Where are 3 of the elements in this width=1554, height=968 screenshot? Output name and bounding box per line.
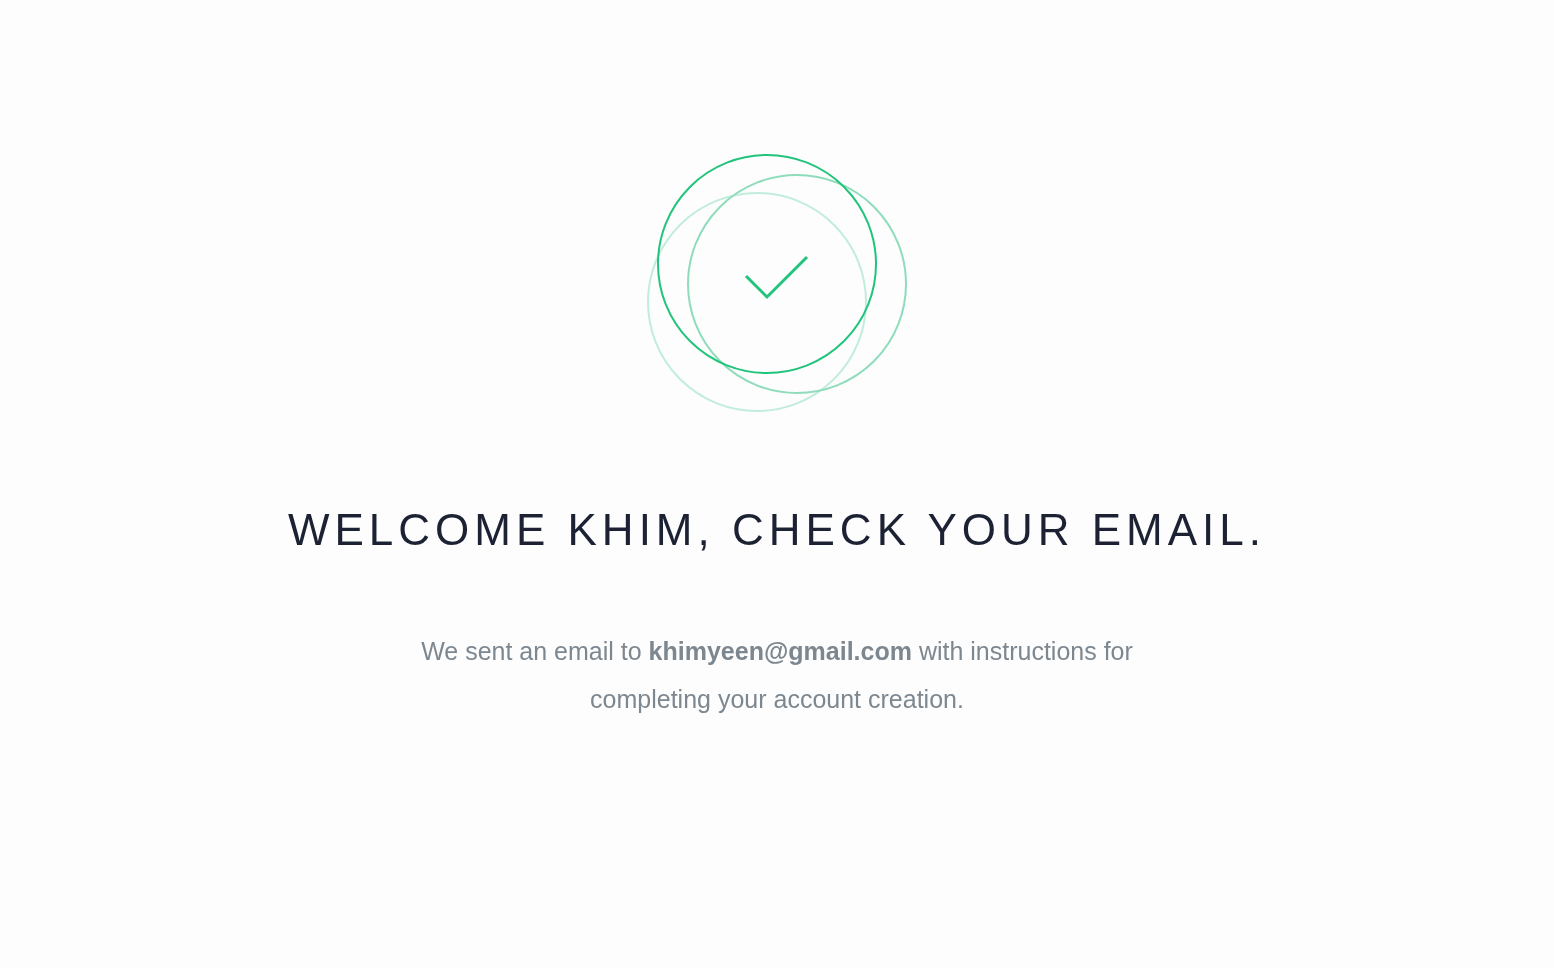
check-icon — [744, 255, 809, 300]
welcome-heading: WELCOME KHIM, CHECK YOUR EMAIL. — [287, 504, 1267, 556]
email-sent-message: We sent an email to khimyeen@gmail.com with instructions for completing your account creation. — [420, 635, 1134, 715]
